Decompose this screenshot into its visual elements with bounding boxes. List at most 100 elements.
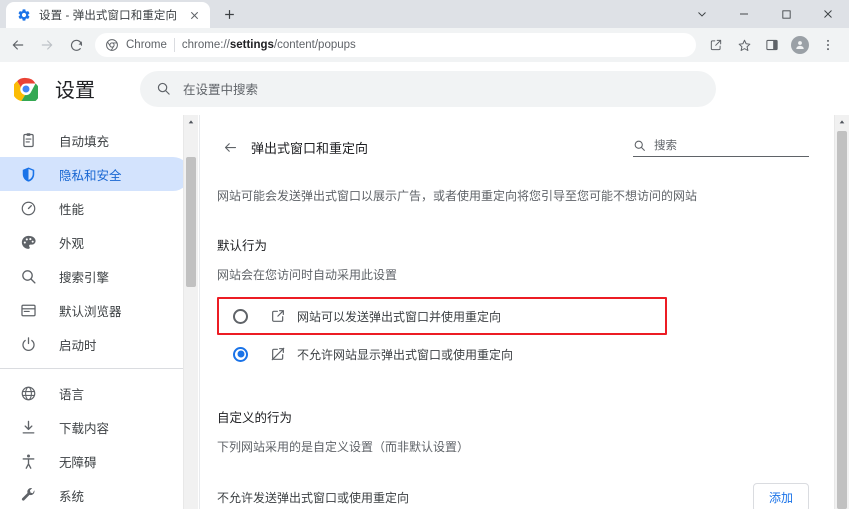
settings-content: 弹出式窗口和重定向 搜索 网站可能会发送弹出式窗口以展示广告，或者使用重定向将您… <box>198 115 849 509</box>
toolbar-actions <box>703 32 841 58</box>
browser-window-icon <box>21 304 36 316</box>
arrow-left-icon <box>12 40 24 50</box>
arrow-right-icon <box>41 40 53 50</box>
sidebar-item-autofill[interactable]: 自动填充 <box>0 123 190 157</box>
power-icon <box>22 336 35 351</box>
close-glyph <box>190 11 198 19</box>
search-icon <box>22 269 36 284</box>
content-scrollbar[interactable] <box>834 115 849 509</box>
search-icon <box>634 140 645 151</box>
page-description: 网站可能会发送弹出式窗口以展示广告，或者使用重定向将您引导至您可能不想访问的网站 <box>217 189 698 203</box>
three-dots-glyph <box>827 39 829 51</box>
tab-title: 设置 - 弹出式窗口和重定向 <box>39 10 178 22</box>
sidebar-label: 语言 <box>59 387 85 402</box>
sidebar-scroll-thumb[interactable] <box>186 157 196 287</box>
settings-sidebar: 自动填充 隐私和安全 性能 外观 搜索引擎 默认浏览器 启动时 语言 下载内容 … <box>0 115 198 509</box>
sidebar-item-default-browser[interactable]: 默认浏览器 <box>0 293 190 327</box>
radio-option-allow-popups[interactable]: 网站可以发送弹出式窗口并使用重定向 <box>217 297 809 335</box>
bookmark-star-icon[interactable] <box>731 32 757 58</box>
reload-button[interactable] <box>62 31 90 59</box>
browser-tab[interactable]: 设置 - 弹出式窗口和重定向 <box>6 2 210 28</box>
content-search-input[interactable]: 搜索 <box>633 137 809 157</box>
chrome-logo <box>14 77 38 101</box>
clipboard-icon <box>23 132 34 147</box>
scroll-up-arrow-icon[interactable] <box>835 115 849 129</box>
side-panel-glyph <box>766 39 778 51</box>
reload-icon <box>70 39 82 51</box>
minimize-icon <box>740 13 748 15</box>
radio-option-block-popups[interactable]: 不允许网站显示弹出式窗口或使用重定向 <box>217 335 809 373</box>
back-button[interactable] <box>4 31 32 59</box>
sidebar-item-appearance[interactable]: 外观 <box>0 225 190 259</box>
minimize-button[interactable] <box>723 0 765 28</box>
url-bold-segment: settings <box>229 39 274 51</box>
radio-button-selected[interactable] <box>233 346 248 362</box>
block-list-label: 不允许发送弹出式窗口或使用重定向 <box>217 491 410 505</box>
content-back-button[interactable] <box>217 134 243 160</box>
omnibox-url: chrome://settings/content/popups <box>182 39 356 51</box>
maximize-icon <box>781 9 791 19</box>
new-tab-button[interactable] <box>216 1 242 27</box>
tab-close-icon[interactable] <box>186 7 202 23</box>
sidebar-label: 自动填充 <box>59 134 110 149</box>
radio-button-unselected[interactable] <box>233 308 248 324</box>
plus-icon <box>224 9 234 19</box>
url-prefix: chrome:// <box>181 39 230 51</box>
chevron-down-icon <box>698 12 706 17</box>
more-menu-icon[interactable] <box>815 32 841 58</box>
download-icon <box>22 420 35 434</box>
sidebar-group-primary: 自动填充 隐私和安全 性能 外观 搜索引擎 默认浏览器 启动时 <box>0 123 198 361</box>
sidebar-label: 下载内容 <box>59 421 110 436</box>
sidebar-item-privacy-security[interactable]: 隐私和安全 <box>0 157 190 191</box>
address-bar[interactable]: Chrome chrome://settings/content/popups <box>95 33 696 57</box>
sidebar-label: 启动时 <box>59 338 97 353</box>
settings-search-input[interactable]: 在设置中搜索 <box>140 70 716 107</box>
sidebar-item-system[interactable]: 系统 <box>0 478 190 509</box>
content-page-header: 弹出式窗口和重定向 搜索 <box>217 131 809 163</box>
caret-up-glyph <box>188 120 194 124</box>
sidebar-item-search-engine[interactable]: 搜索引擎 <box>0 259 190 293</box>
accessibility-icon <box>22 453 35 469</box>
custom-behavior-subtitle: 下列网站采用的是自定义设置（而非默认设置） <box>217 440 470 454</box>
sidebar-label: 系统 <box>59 489 85 504</box>
arrow-left-icon <box>224 142 236 152</box>
sidebar-item-languages[interactable]: 语言 <box>0 376 190 410</box>
close-icon <box>824 10 832 18</box>
sidebar-label: 隐私和安全 <box>59 168 122 183</box>
scroll-up-arrow-icon[interactable] <box>184 115 198 129</box>
sidebar-item-downloads[interactable]: 下载内容 <box>0 410 190 444</box>
sidebar-label: 默认浏览器 <box>59 304 122 319</box>
tab-search-button[interactable] <box>681 0 723 28</box>
sidebar-item-accessibility[interactable]: 无障碍 <box>0 444 190 478</box>
caret-up-glyph <box>839 120 845 124</box>
sidebar-item-on-startup[interactable]: 启动时 <box>0 327 190 361</box>
sidebar-divider <box>0 368 190 369</box>
maximize-button[interactable] <box>765 0 807 28</box>
settings-page: 设置 在设置中搜索 自动填充 隐私和安全 性能 外观 搜索引擎 默认浏览器 启动… <box>0 62 849 509</box>
sidebar-scrollbar[interactable] <box>183 115 198 509</box>
share-glyph <box>710 39 722 51</box>
gauge-icon <box>21 201 36 215</box>
side-panel-icon[interactable] <box>759 32 785 58</box>
window-controls <box>681 0 849 28</box>
custom-behavior-title: 自定义的行为 <box>217 411 293 425</box>
sidebar-label: 外观 <box>59 236 85 251</box>
settings-title: 设置 <box>55 80 95 102</box>
sidebar-label: 无障碍 <box>59 455 97 470</box>
share-icon[interactable] <box>703 32 729 58</box>
default-behavior-subtitle: 网站会在您访问时自动采用此设置 <box>217 268 398 282</box>
content-inner: 弹出式窗口和重定向 搜索 网站可能会发送弹出式窗口以展示广告，或者使用重定向将您… <box>199 115 849 509</box>
close-window-button[interactable] <box>807 0 849 28</box>
url-suffix: /content/popups <box>273 39 356 51</box>
content-scroll-thumb[interactable] <box>837 131 847 509</box>
palette-icon <box>21 235 36 249</box>
sidebar-item-performance[interactable]: 性能 <box>0 191 190 225</box>
profile-avatar[interactable] <box>787 32 813 58</box>
content-search-placeholder: 搜索 <box>654 140 677 152</box>
popup-blocked-icon <box>271 347 285 361</box>
omnibox-separator <box>173 38 175 52</box>
globe-icon <box>21 386 36 400</box>
forward-button[interactable] <box>33 31 61 59</box>
add-site-button[interactable]: 添加 <box>753 483 809 509</box>
avatar-circle <box>791 36 809 54</box>
